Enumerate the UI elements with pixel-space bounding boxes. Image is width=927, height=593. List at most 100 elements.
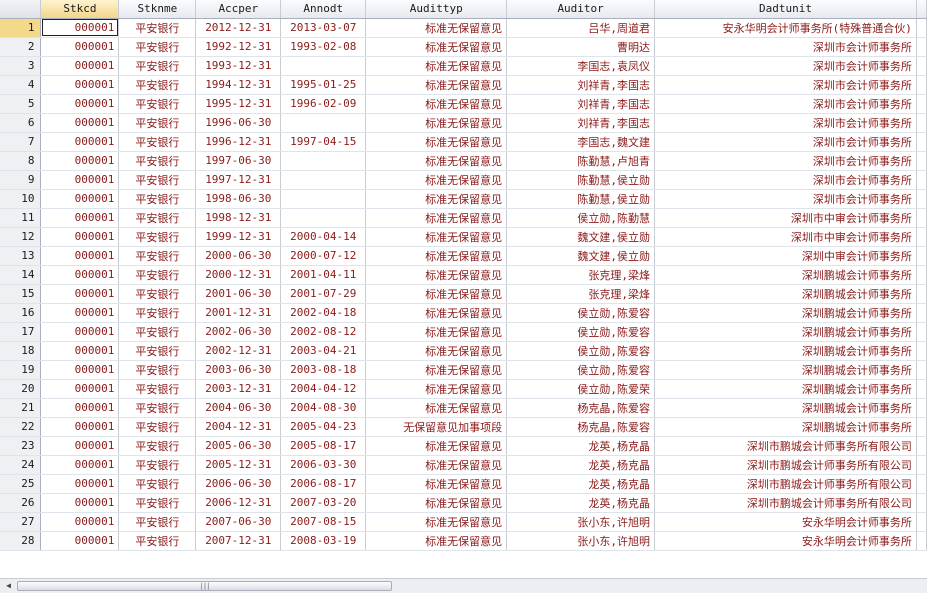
cell-dadtunit[interactable]: 深圳市鹏城会计师事务所有限公司 bbox=[654, 474, 917, 494]
cell-auditor[interactable]: 张小东,许旭明 bbox=[506, 512, 656, 532]
cell-annodt[interactable]: 2006-03-30 bbox=[280, 455, 367, 475]
cell-stkcd[interactable]: 000001 bbox=[40, 436, 120, 456]
cell-stknme[interactable]: 平安银行 bbox=[118, 512, 197, 532]
cell-accper[interactable]: 1997-12-31 bbox=[195, 170, 282, 190]
cell-accper[interactable]: 2007-12-31 bbox=[195, 531, 282, 551]
cell-annodt[interactable] bbox=[280, 113, 367, 133]
cell-dadtunit[interactable]: 深圳市会计师事务所 bbox=[654, 94, 917, 114]
row-number[interactable]: 26 bbox=[0, 493, 42, 513]
row-number[interactable]: 20 bbox=[0, 379, 42, 399]
row-number[interactable]: 21 bbox=[0, 398, 42, 418]
cell-audittyp[interactable]: 标准无保留意见 bbox=[365, 189, 508, 209]
cell-accper[interactable]: 2000-12-31 bbox=[195, 265, 282, 285]
cell-dadtunit[interactable]: 深圳市会计师事务所 bbox=[654, 189, 917, 209]
cell-dadtunit[interactable]: 安永华明会计师事务所(特殊普通合伙) bbox=[654, 18, 917, 38]
cell-audittyp[interactable]: 无保留意见加事项段 bbox=[365, 417, 508, 437]
table-row[interactable]: 5 000001 平安银行 1995-12-31 1996-02-09 标准无保留意见 刘祥… bbox=[0, 94, 927, 114]
table-row[interactable]: 9 000001 平安银行 1997-12-31 标准无保留意见 陈勤慧,侯立勋 深圳市会计… bbox=[0, 170, 927, 190]
table-row[interactable]: 23 000001 平安银行 2005-06-30 2005-08-17 标准无保留意见龙… bbox=[0, 436, 927, 456]
table-row[interactable]: 27 000001 平安银行 2007-06-30 2007-08-15 标准无保留意见张… bbox=[0, 512, 927, 532]
row-number[interactable]: 5 bbox=[0, 94, 42, 114]
cell-stknme[interactable]: 平安银行 bbox=[118, 531, 197, 551]
cell-dadtunit[interactable]: 深圳市中审会计师事务所 bbox=[654, 227, 917, 247]
cell-audittyp[interactable]: 标准无保留意见 bbox=[365, 284, 508, 304]
cell-accper[interactable]: 2000-06-30 bbox=[195, 246, 282, 266]
cell-stkcd[interactable]: 000001 bbox=[40, 132, 120, 152]
row-number[interactable]: 3 bbox=[0, 56, 42, 76]
cell-dadtunit[interactable]: 深圳市会计师事务所 bbox=[654, 56, 917, 76]
cell-auditor[interactable]: 刘祥青,李国志 bbox=[506, 94, 656, 114]
row-number[interactable]: 11 bbox=[0, 208, 42, 228]
cell-stknme[interactable]: 平安银行 bbox=[118, 37, 197, 57]
cell-annodt[interactable]: 2000-04-14 bbox=[280, 227, 367, 247]
table-row[interactable]: 8 000001 平安银行 1997-06-30 标准无保留意见 陈勤慧,卢旭青 深圳市会计… bbox=[0, 151, 927, 171]
cell-auditor[interactable]: 张克理,梁烽 bbox=[506, 265, 656, 285]
cell-dadtunit[interactable]: 深圳鹏城会计师事务所 bbox=[654, 341, 917, 361]
cell-auditor[interactable]: 李国志,魏文建 bbox=[506, 132, 656, 152]
cell-accper[interactable]: 1996-12-31 bbox=[195, 132, 282, 152]
cell-stknme[interactable]: 平安银行 bbox=[118, 246, 197, 266]
cell-audittyp[interactable]: 标准无保留意见 bbox=[365, 18, 508, 38]
cell-auditor[interactable]: 龙英,杨克晶 bbox=[506, 436, 656, 456]
column-header-audittyp[interactable]: Audittyp bbox=[365, 0, 508, 19]
row-number-header[interactable] bbox=[0, 0, 42, 19]
table-row[interactable]: 22 000001 平安银行 2004-12-31 2005-04-23 无保留意见加事项… bbox=[0, 417, 927, 437]
cell-auditor[interactable]: 李国志,袁凤仪 bbox=[506, 56, 656, 76]
cell-auditor[interactable]: 龙英,杨克晶 bbox=[506, 474, 656, 494]
table-row[interactable]: 24 000001 平安银行 2005-12-31 2006-03-30 标准无保留意见龙… bbox=[0, 455, 927, 475]
cell-stknme[interactable]: 平安银行 bbox=[118, 436, 197, 456]
cell-audittyp[interactable]: 标准无保留意见 bbox=[365, 75, 508, 95]
cell-stkcd[interactable]: 000001 bbox=[40, 379, 120, 399]
cell-stknme[interactable]: 平安银行 bbox=[118, 398, 197, 418]
cell-accper[interactable]: 2002-12-31 bbox=[195, 341, 282, 361]
cell-stknme[interactable]: 平安银行 bbox=[118, 208, 197, 228]
cell-dadtunit[interactable]: 深圳市会计师事务所 bbox=[654, 75, 917, 95]
cell-annodt[interactable]: 2013-03-07 bbox=[280, 18, 367, 38]
cell-auditor[interactable]: 魏文建,侯立勋 bbox=[506, 246, 656, 266]
cell-stknme[interactable]: 平安银行 bbox=[118, 322, 197, 342]
cell-auditor[interactable]: 曹明达 bbox=[506, 37, 656, 57]
cell-audittyp[interactable]: 标准无保留意见 bbox=[365, 360, 508, 380]
cell-stkcd[interactable]: 000001 bbox=[40, 151, 120, 171]
cell-stknme[interactable]: 平安银行 bbox=[118, 360, 197, 380]
row-number[interactable]: 2 bbox=[0, 37, 42, 57]
cell-stknme[interactable]: 平安银行 bbox=[118, 132, 197, 152]
cell-annodt[interactable] bbox=[280, 170, 367, 190]
cell-dadtunit[interactable]: 深圳鹏城会计师事务所 bbox=[654, 417, 917, 437]
cell-stkcd[interactable]: 000001 bbox=[40, 341, 120, 361]
row-number[interactable]: 27 bbox=[0, 512, 42, 532]
cell-stknme[interactable]: 平安银行 bbox=[118, 189, 197, 209]
cell-stknme[interactable]: 平安银行 bbox=[118, 94, 197, 114]
cell-audittyp[interactable]: 标准无保留意见 bbox=[365, 493, 508, 513]
cell-audittyp[interactable]: 标准无保留意见 bbox=[365, 398, 508, 418]
cell-annodt[interactable]: 2001-04-11 bbox=[280, 265, 367, 285]
cell-auditor[interactable]: 龙英,杨克晶 bbox=[506, 455, 656, 475]
row-number[interactable]: 10 bbox=[0, 189, 42, 209]
table-row[interactable]: 12 000001 平安银行 1999-12-31 2000-04-14 标准无保留意见魏… bbox=[0, 227, 927, 247]
cell-annodt[interactable]: 2007-08-15 bbox=[280, 512, 367, 532]
cell-annodt[interactable] bbox=[280, 56, 367, 76]
cell-annodt[interactable]: 2007-03-20 bbox=[280, 493, 367, 513]
row-number[interactable]: 14 bbox=[0, 265, 42, 285]
cell-stkcd[interactable]: 000001 bbox=[40, 531, 120, 551]
row-number[interactable]: 23 bbox=[0, 436, 42, 456]
cell-dadtunit[interactable]: 深圳市会计师事务所 bbox=[654, 113, 917, 133]
cell-audittyp[interactable]: 标准无保留意见 bbox=[365, 436, 508, 456]
cell-auditor[interactable]: 龙英,杨克晶 bbox=[506, 493, 656, 513]
cell-dadtunit[interactable]: 深圳鹏城会计师事务所 bbox=[654, 360, 917, 380]
horizontal-scrollbar[interactable]: ◀ ||| bbox=[0, 578, 927, 593]
cell-accper[interactable]: 2003-12-31 bbox=[195, 379, 282, 399]
cell-annodt[interactable]: 2004-04-12 bbox=[280, 379, 367, 399]
cell-annodt[interactable] bbox=[280, 189, 367, 209]
table-row[interactable]: 7 000001 平安银行 1996-12-31 1997-04-15 标准无保留意见 李国… bbox=[0, 132, 927, 152]
cell-audittyp[interactable]: 标准无保留意见 bbox=[365, 56, 508, 76]
cell-auditor[interactable]: 陈勤慧,侯立勋 bbox=[506, 170, 656, 190]
cell-accper[interactable]: 2012-12-31 bbox=[195, 18, 282, 38]
cell-audittyp[interactable]: 标准无保留意见 bbox=[365, 379, 508, 399]
cell-accper[interactable]: 1996-06-30 bbox=[195, 113, 282, 133]
cell-annodt[interactable]: 2005-04-23 bbox=[280, 417, 367, 437]
cell-annodt[interactable]: 2006-08-17 bbox=[280, 474, 367, 494]
cell-dadtunit[interactable]: 深圳市鹏城会计师事务所有限公司 bbox=[654, 493, 917, 513]
cell-stkcd[interactable]: 000001 bbox=[40, 189, 120, 209]
table-row[interactable]: 11 000001 平安银行 1998-12-31 标准无保留意见 侯立勋,陈勤慧 深圳市中… bbox=[0, 208, 927, 228]
